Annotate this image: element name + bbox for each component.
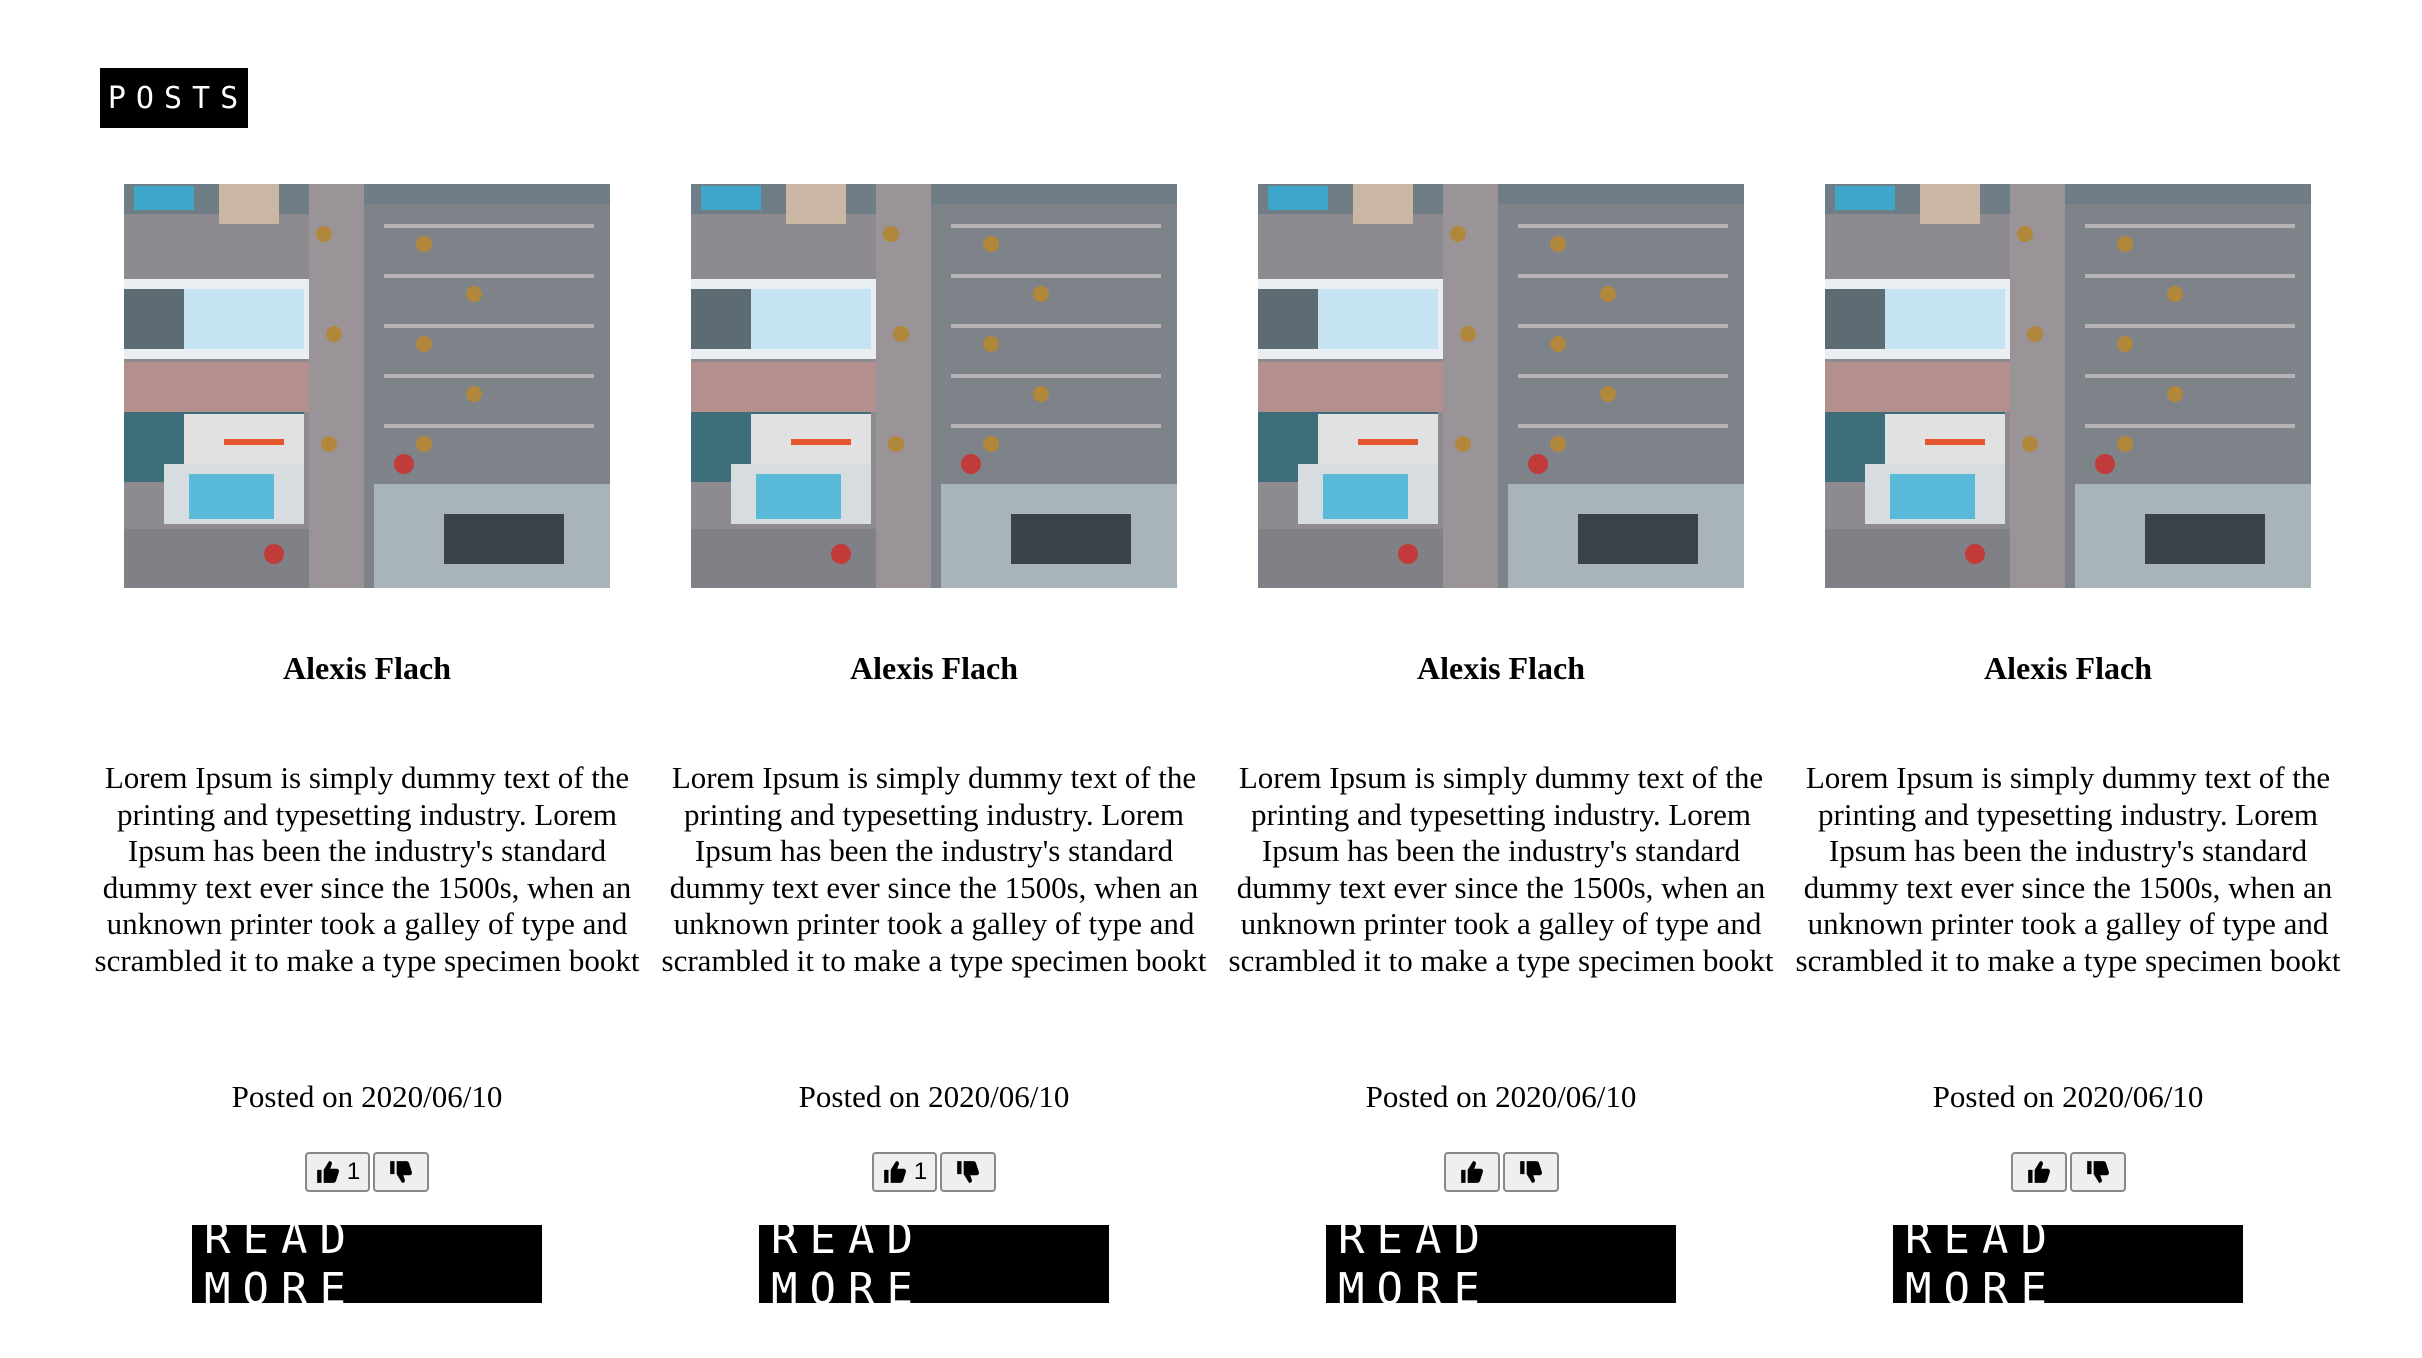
vote-buttons — [1218, 1152, 1784, 1192]
post-date: Posted on 2020/06/10 — [84, 1079, 650, 1115]
post-author: Alexis Flach — [1984, 650, 2152, 686]
posted-prefix: Posted on — [798, 1079, 921, 1114]
like-count: 1 — [913, 1158, 928, 1185]
thumbs-up-icon — [2027, 1161, 2050, 1183]
post-card: Alexis Flach Lorem Ipsum is simply dummy… — [1785, 184, 2351, 1334]
aerial-city-photo — [1825, 184, 2311, 588]
dislike-button[interactable] — [1502, 1152, 1559, 1192]
read-more-button[interactable]: READ MORE — [192, 1213, 542, 1315]
dislike-button[interactable] — [373, 1152, 430, 1192]
post-card: Alexis Flach Lorem Ipsum is simply dummy… — [1218, 184, 1784, 1334]
posted-date: 2020/06/10 — [2062, 1079, 2204, 1114]
posted-prefix: Posted on — [1365, 1079, 1488, 1114]
post-date: Posted on 2020/06/10 — [1785, 1079, 2351, 1115]
dislike-button[interactable] — [2069, 1152, 2126, 1192]
post-excerpt: Lorem Ipsum is simply dummy text of the … — [1795, 760, 2341, 978]
aerial-city-photo — [691, 184, 1177, 588]
like-button[interactable]: 1 — [304, 1152, 371, 1192]
thumbs-down-icon — [1519, 1161, 1542, 1183]
post-image — [1825, 184, 2311, 588]
post-card: Alexis Flach Lorem Ipsum is simply dummy… — [84, 184, 650, 1334]
thumbs-up-icon — [316, 1161, 339, 1183]
post-excerpt: Lorem Ipsum is simply dummy text of the … — [661, 760, 1207, 978]
thumbs-down-icon — [390, 1161, 413, 1183]
post-author: Alexis Flach — [850, 650, 1018, 686]
like-count: 1 — [346, 1158, 361, 1185]
post-card: Alexis Flach Lorem Ipsum is simply dummy… — [651, 184, 1217, 1334]
vote-buttons — [1785, 1152, 2351, 1192]
aerial-city-photo — [1258, 184, 1744, 588]
posted-prefix: Posted on — [1932, 1079, 2055, 1114]
posted-prefix: Posted on — [231, 1079, 354, 1114]
post-date: Posted on 2020/06/10 — [1218, 1079, 1784, 1115]
posts-heading: POSTS — [100, 68, 248, 128]
posts-grid: Alexis Flach Lorem Ipsum is simply dummy… — [0, 184, 2422, 1334]
post-author: Alexis Flach — [283, 650, 451, 686]
dislike-button[interactable] — [940, 1152, 997, 1192]
thumbs-up-icon — [1460, 1161, 1483, 1183]
like-button[interactable]: 1 — [871, 1152, 938, 1192]
post-excerpt: Lorem Ipsum is simply dummy text of the … — [94, 760, 640, 978]
post-image — [691, 184, 1177, 588]
post-author: Alexis Flach — [1417, 650, 1585, 686]
aerial-city-photo — [124, 184, 610, 588]
read-more-button[interactable]: READ MORE — [759, 1213, 1109, 1315]
thumbs-down-icon — [957, 1161, 980, 1183]
like-button[interactable] — [2010, 1152, 2067, 1192]
posted-date: 2020/06/10 — [928, 1079, 1070, 1114]
read-more-button[interactable]: READ MORE — [1326, 1213, 1676, 1315]
post-image — [124, 184, 610, 588]
posted-date: 2020/06/10 — [361, 1079, 503, 1114]
post-excerpt: Lorem Ipsum is simply dummy text of the … — [1228, 760, 1774, 978]
vote-buttons: 1 — [651, 1152, 1217, 1192]
thumbs-down-icon — [2086, 1161, 2109, 1183]
posted-date: 2020/06/10 — [1495, 1079, 1637, 1114]
post-image — [1258, 184, 1744, 588]
like-button[interactable] — [1443, 1152, 1500, 1192]
read-more-button[interactable]: READ MORE — [1893, 1213, 2243, 1315]
vote-buttons: 1 — [84, 1152, 650, 1192]
post-date: Posted on 2020/06/10 — [651, 1079, 1217, 1115]
thumbs-up-icon — [883, 1161, 906, 1183]
